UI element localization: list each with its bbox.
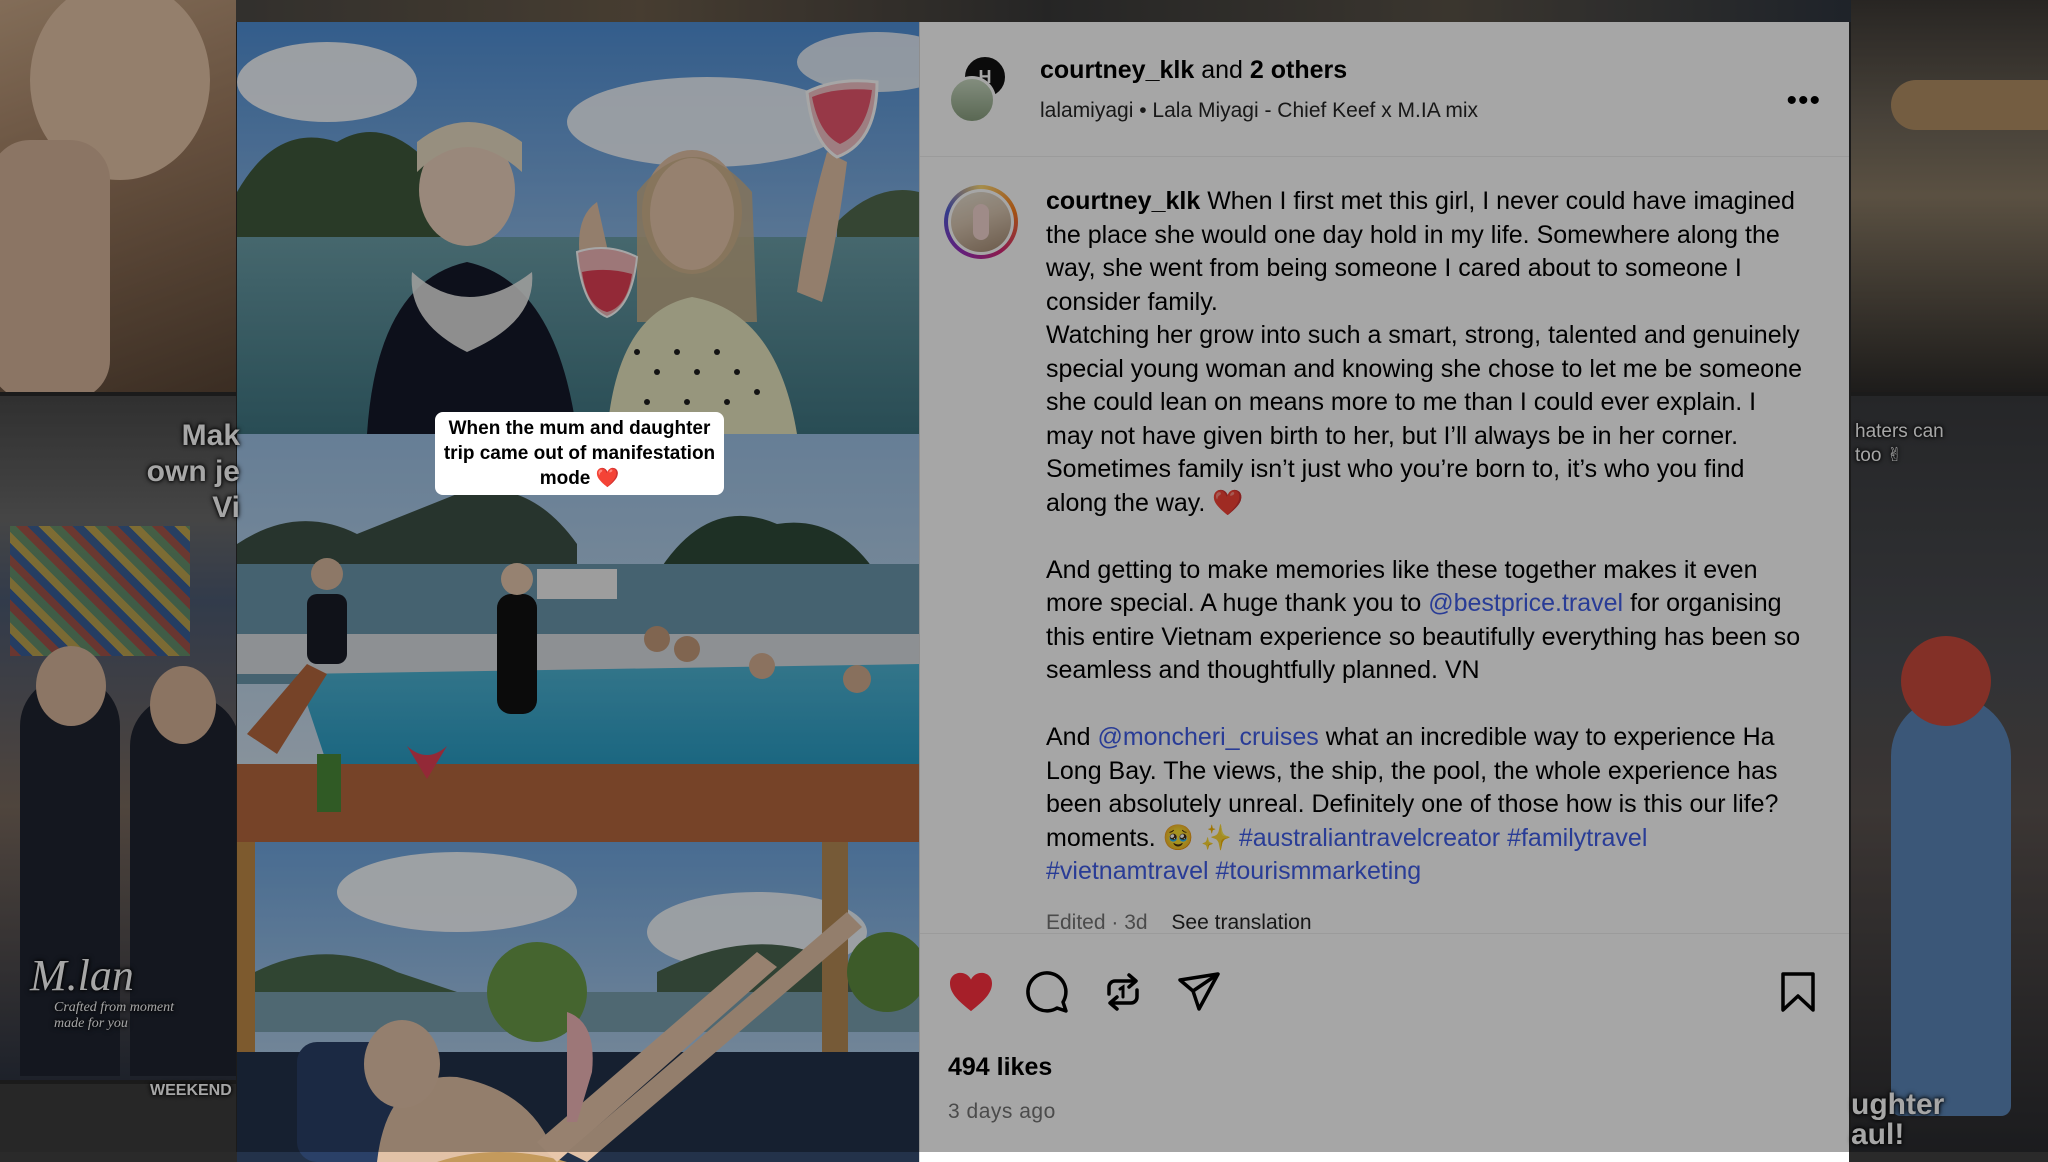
background-feed: Mak own je Vi M.lan Crafted from moment … xyxy=(0,0,2048,1152)
overlay-dim[interactable] xyxy=(0,0,2048,1152)
video-text-sticker: When the mum and daughter trip came out … xyxy=(435,412,724,495)
